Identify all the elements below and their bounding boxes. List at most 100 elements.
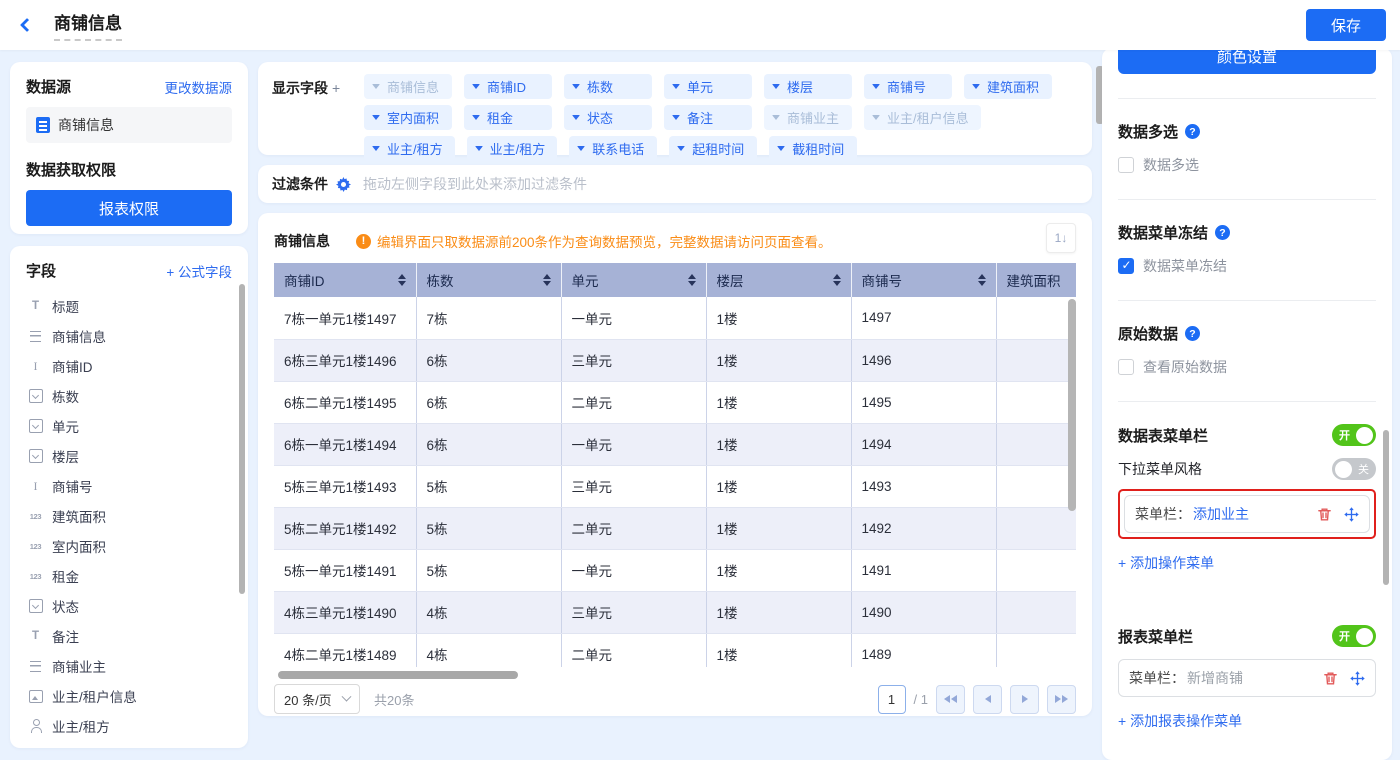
dropdown-style-toggle[interactable]: 关	[1332, 458, 1376, 480]
sort-caret-icon[interactable]	[978, 274, 986, 286]
field-item[interactable]: 租金	[26, 561, 232, 591]
field-item[interactable]: 楼层	[26, 441, 232, 471]
field-item[interactable]: 室内面积	[26, 531, 232, 561]
sort-caret-icon[interactable]	[833, 274, 841, 286]
menu-item-box[interactable]: 菜单栏： 添加业主	[1124, 495, 1370, 533]
table-column-header[interactable]: 栋数	[416, 263, 561, 297]
display-field-chip[interactable]: 商铺ID	[464, 74, 552, 99]
trash-icon[interactable]	[1323, 671, 1338, 686]
field-item[interactable]: 商铺信息	[26, 321, 232, 351]
save-button[interactable]: 保存	[1306, 9, 1386, 41]
move-icon[interactable]	[1350, 671, 1365, 686]
divider	[1118, 401, 1376, 402]
display-field-chip[interactable]: 租金	[464, 105, 552, 130]
checkbox-unchecked[interactable]	[1118, 157, 1134, 173]
field-type-icon	[28, 719, 43, 733]
menu-item-value[interactable]: 添加业主	[1193, 504, 1249, 524]
sort-caret-icon[interactable]	[688, 274, 696, 286]
help-icon[interactable]	[1215, 225, 1230, 240]
display-field-chip[interactable]: 栋数	[564, 74, 652, 99]
field-type-icon	[28, 569, 43, 583]
total-count: 共20条	[374, 690, 414, 709]
multi-select-checkbox-row[interactable]: 数据多选	[1118, 155, 1376, 175]
first-page-button[interactable]	[936, 685, 965, 714]
trash-icon[interactable]	[1317, 507, 1332, 522]
display-field-chip[interactable]: 单元	[664, 74, 752, 99]
field-item[interactable]: 建筑面积	[26, 501, 232, 531]
add-display-field-button[interactable]: +	[332, 80, 340, 96]
menu-item-box[interactable]: 菜单栏： 新增商铺	[1118, 659, 1376, 697]
page-size-select[interactable]: 20 条/页	[274, 684, 360, 714]
report-permission-button[interactable]: 报表权限	[26, 190, 232, 226]
menu-item-value[interactable]: 新增商铺	[1187, 668, 1243, 688]
table-column-header[interactable]: 单元	[561, 263, 706, 297]
display-field-chip[interactable]: 商铺信息	[364, 74, 452, 99]
gear-icon[interactable]	[336, 177, 351, 192]
divider	[1118, 98, 1376, 99]
report-menubar-toggle[interactable]: 开	[1332, 625, 1376, 647]
field-item[interactable]: 状态	[26, 591, 232, 621]
sort-caret-icon[interactable]	[543, 274, 551, 286]
cell-building: 6栋	[416, 381, 561, 423]
table-column-header[interactable]: 楼层	[706, 263, 851, 297]
display-field-chip[interactable]: 建筑面积	[964, 74, 1052, 99]
display-field-chip[interactable]: 业主/租方	[364, 136, 455, 161]
field-item[interactable]: 业主/租户信息	[26, 681, 232, 711]
change-datasource-link[interactable]: 更改数据源	[165, 77, 233, 97]
panel-scrollbar[interactable]	[1383, 430, 1389, 585]
display-field-chip[interactable]: 业主/租方	[467, 136, 558, 161]
sort-caret-icon[interactable]	[398, 274, 406, 286]
table-row: 7栋一单元1楼1497 7栋 一单元 1楼 1497	[274, 297, 1076, 339]
display-field-chip[interactable]: 联系电话	[569, 136, 657, 161]
table-vertical-scrollbar[interactable]	[1068, 299, 1076, 511]
field-label: 栋数	[52, 386, 79, 406]
table-column-header[interactable]: 商铺号	[851, 263, 996, 297]
display-field-chip[interactable]: 截租时间	[769, 136, 857, 161]
raw-data-checkbox-row[interactable]: 查看原始数据	[1118, 357, 1376, 377]
menu-freeze-checkbox-row[interactable]: 数据菜单冻结	[1118, 256, 1376, 276]
next-page-button[interactable]	[1010, 685, 1039, 714]
table-menubar-toggle[interactable]: 开	[1332, 424, 1376, 446]
add-report-action-menu-link[interactable]: + 添加报表操作菜单	[1118, 711, 1242, 731]
field-item[interactable]: 商铺ID	[26, 351, 232, 381]
table-horizontal-scroll-track	[274, 671, 1076, 679]
table-horizontal-scrollbar[interactable]	[278, 671, 518, 679]
move-icon[interactable]	[1344, 507, 1359, 522]
field-item[interactable]: 商铺号	[26, 471, 232, 501]
chip-label: 商铺信息	[387, 77, 439, 96]
fields-scrollbar[interactable]	[239, 284, 245, 594]
display-field-chip[interactable]: 业主/租户信息	[864, 105, 981, 130]
display-field-chip[interactable]: 室内面积	[364, 105, 452, 130]
display-field-chip[interactable]: 起租时间	[669, 136, 757, 161]
last-page-button[interactable]	[1047, 685, 1076, 714]
display-field-chip[interactable]: 商铺业主	[764, 105, 852, 130]
help-icon[interactable]	[1185, 326, 1200, 341]
field-item[interactable]: 业主/租方	[26, 711, 232, 741]
table-column-header[interactable]: 建筑面积	[996, 263, 1076, 297]
field-item[interactable]: 栋数	[26, 381, 232, 411]
display-field-chip[interactable]: 商铺号	[864, 74, 952, 99]
add-formula-field-link[interactable]: + 公式字段	[166, 261, 232, 281]
color-settings-button[interactable]: 颜色设置	[1118, 48, 1376, 74]
checkbox-checked[interactable]	[1118, 258, 1134, 274]
display-field-chip[interactable]: 楼层	[764, 74, 852, 99]
table-column-header[interactable]: 商铺ID	[274, 263, 416, 297]
field-item[interactable]: 备注	[26, 621, 232, 651]
chip-label: 商铺ID	[487, 77, 526, 96]
field-item[interactable]: 标题	[26, 291, 232, 321]
datasource-item[interactable]: 商铺信息	[26, 107, 232, 143]
field-item[interactable]: 商铺业主	[26, 651, 232, 681]
display-field-chip[interactable]: 备注	[664, 105, 752, 130]
cell-shop-no: 1493	[851, 465, 996, 507]
sort-order-tool[interactable]: 1↓	[1046, 223, 1076, 253]
page-number-input[interactable]: 1	[878, 685, 906, 714]
help-icon[interactable]	[1185, 124, 1200, 139]
checkbox-unchecked[interactable]	[1118, 359, 1134, 375]
prev-page-button[interactable]	[973, 685, 1002, 714]
cell-building: 7栋	[416, 297, 561, 339]
display-field-chip[interactable]: 状态	[564, 105, 652, 130]
back-button[interactable]	[14, 12, 40, 38]
add-action-menu-link[interactable]: + 添加操作菜单	[1118, 553, 1214, 573]
field-item[interactable]: 单元	[26, 411, 232, 441]
chips-wrap: 商铺信息 商铺ID 栋数 单元 楼层 商铺号 建筑面积	[364, 74, 1078, 143]
